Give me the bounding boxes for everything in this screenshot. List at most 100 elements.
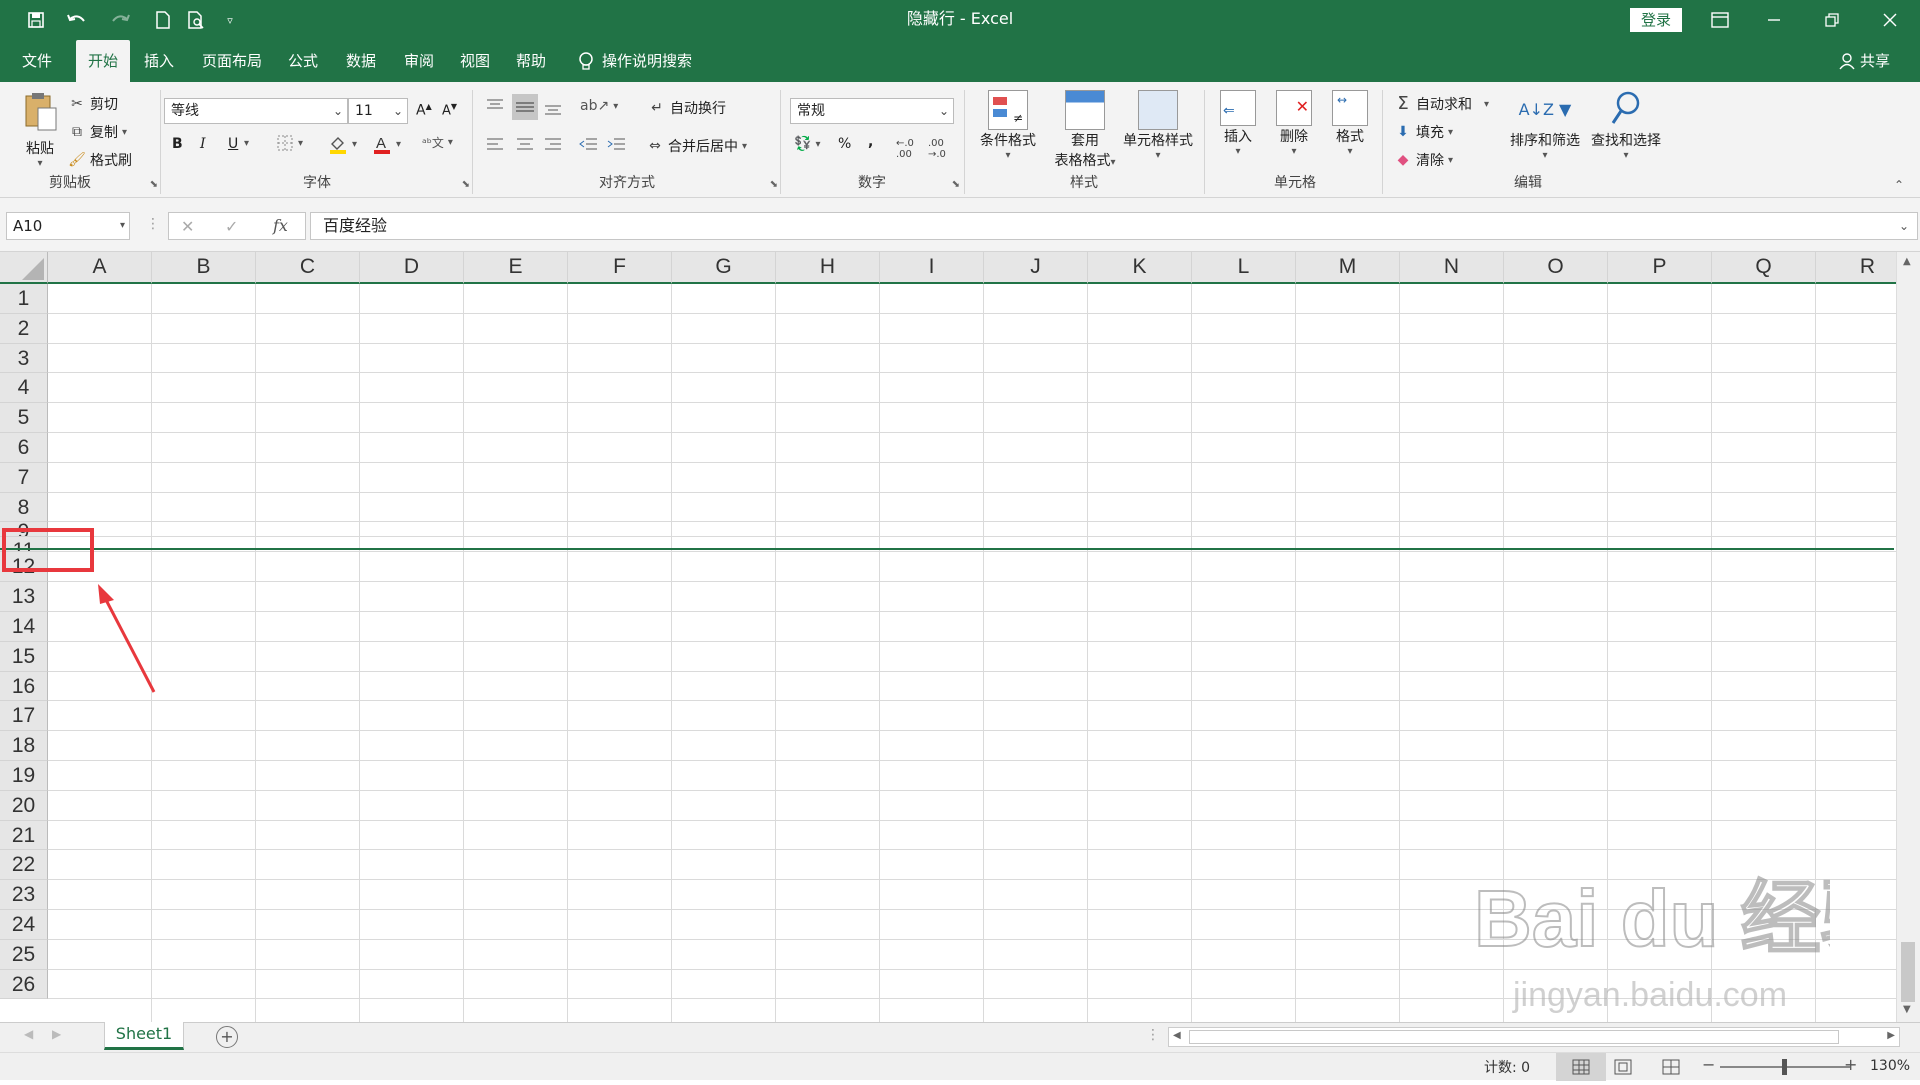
row-header-25[interactable]: 25 <box>0 939 48 970</box>
column-header-q[interactable]: Q <box>1712 252 1816 284</box>
tab-insert[interactable]: 插入 <box>136 40 182 82</box>
font-name-combo[interactable]: 等线 ⌄ <box>164 98 348 124</box>
login-button[interactable]: 登录 <box>1630 8 1682 32</box>
font-size-combo[interactable]: 11 ⌄ <box>348 98 408 124</box>
row-header-21[interactable]: 21 <box>0 820 48 851</box>
row-header-23[interactable]: 23 <box>0 880 48 910</box>
column-header-j[interactable]: J <box>984 252 1088 284</box>
column-header-d[interactable]: D <box>360 252 464 284</box>
column-header-e[interactable]: E <box>464 252 568 284</box>
percent-button[interactable]: % <box>838 136 851 152</box>
sheet-tab-sheet1[interactable]: Sheet1 <box>104 1022 184 1050</box>
zoom-level[interactable]: 130% <box>1870 1058 1910 1074</box>
decrease-decimal-button[interactable]: .00 →.0 <box>928 138 946 160</box>
row-header-16[interactable]: 16 <box>0 671 48 702</box>
format-as-table-button[interactable]: 套用 表格格式▾ <box>1050 90 1120 170</box>
align-middle-button[interactable] <box>512 94 538 120</box>
column-header-h[interactable]: H <box>776 252 880 284</box>
phonetic-button[interactable]: ᵃᵇ文 ▾ <box>422 134 453 151</box>
fill-button[interactable]: ⬇ 填充 ▾ <box>1394 122 1453 142</box>
align-bottom-button[interactable] <box>544 98 562 116</box>
row-header-6[interactable]: 6 <box>0 433 48 463</box>
italic-button[interactable]: I <box>200 136 206 152</box>
row-header-19[interactable]: 19 <box>0 761 48 791</box>
align-left-button[interactable] <box>486 136 504 152</box>
tell-me-search[interactable]: 操作说明搜索 <box>602 40 692 82</box>
insert-cells-button[interactable]: ⇐ 插入 ▾ <box>1210 90 1266 157</box>
clear-button[interactable]: ◆ 清除 ▾ <box>1394 150 1453 170</box>
increase-font-button[interactable]: A▲ <box>416 102 432 119</box>
row-header-18[interactable]: 18 <box>0 731 48 761</box>
dialog-launcher-icon[interactable]: ⬊ <box>952 179 960 190</box>
column-header-p[interactable]: P <box>1608 252 1712 284</box>
column-header-l[interactable]: L <box>1192 252 1296 284</box>
tab-splitter-icon[interactable]: ⋮ <box>1146 1027 1160 1043</box>
tab-help[interactable]: 帮助 <box>508 40 554 82</box>
row-header-22[interactable]: 22 <box>0 850 48 881</box>
format-cells-button[interactable]: ↔ 格式 ▾ <box>1322 90 1378 157</box>
column-header-i[interactable]: I <box>880 252 984 284</box>
find-select-button[interactable]: 查找和选择 ▾ <box>1586 90 1666 161</box>
minimize-icon[interactable] <box>1752 0 1796 40</box>
cancel-icon[interactable]: ✕ <box>181 217 194 236</box>
dialog-launcher-icon[interactable]: ⬊ <box>770 179 778 190</box>
increase-indent-button[interactable] <box>606 136 626 152</box>
underline-dropdown-icon[interactable]: ▾ <box>244 138 249 149</box>
column-header-f[interactable]: F <box>568 252 672 284</box>
row-header-14[interactable]: 14 <box>0 612 48 642</box>
horizontal-scrollbar[interactable]: ◀ ▶ <box>1168 1027 1900 1047</box>
tab-formulas[interactable]: 公式 <box>280 40 326 82</box>
borders-button[interactable]: ▾ <box>276 134 303 152</box>
scroll-down-icon[interactable]: ▼ <box>1903 1004 1911 1015</box>
accounting-format-button[interactable]: 💱 ▾ <box>794 136 820 152</box>
zoom-slider-thumb[interactable] <box>1782 1059 1787 1075</box>
ribbon-display-options-icon[interactable] <box>1700 0 1740 40</box>
column-header-a[interactable]: A <box>48 252 152 284</box>
horizontal-scroll-thumb[interactable] <box>1189 1030 1839 1044</box>
enter-icon[interactable]: ✓ <box>225 217 238 236</box>
insert-function-icon[interactable]: fx <box>273 216 288 235</box>
format-painter-button[interactable]: 🖌 格式刷 <box>68 150 132 170</box>
prev-sheet-icon[interactable]: ◀ <box>24 1027 33 1041</box>
row-header-5[interactable]: 5 <box>0 403 48 433</box>
scroll-right-icon[interactable]: ▶ <box>1887 1030 1895 1041</box>
tab-file[interactable]: 文件 <box>14 40 60 82</box>
row-header-13[interactable]: 13 <box>0 582 48 612</box>
decrease-indent-button[interactable] <box>578 136 598 152</box>
row-header-8[interactable]: 8 <box>0 492 48 523</box>
row-header-2[interactable]: 2 <box>0 313 48 344</box>
page-break-view-button[interactable] <box>1662 1059 1680 1079</box>
tab-page-layout[interactable]: 页面布局 <box>194 40 270 82</box>
align-top-button[interactable] <box>486 98 504 114</box>
tab-data[interactable]: 数据 <box>338 40 384 82</box>
column-header-b[interactable]: B <box>152 252 256 284</box>
scroll-up-icon[interactable]: ▲ <box>1903 256 1911 267</box>
fill-color-button[interactable]: ▾ <box>328 134 357 154</box>
restore-icon[interactable] <box>1810 0 1854 40</box>
autosum-button[interactable]: Σ 自动求和 ▾ <box>1394 94 1489 114</box>
column-header-k[interactable]: K <box>1088 252 1192 284</box>
orientation-button[interactable]: ab↗ ▾ <box>580 98 618 114</box>
select-all-button[interactable] <box>0 252 48 284</box>
increase-decimal-button[interactable]: ←.0.00 <box>896 138 914 160</box>
delete-cells-button[interactable]: ✕ 删除 ▾ <box>1266 90 1322 157</box>
comma-button[interactable]: , <box>868 134 873 150</box>
tab-view[interactable]: 视图 <box>452 40 498 82</box>
page-layout-view-button[interactable] <box>1614 1059 1632 1079</box>
column-header-o[interactable]: O <box>1504 252 1608 284</box>
expand-formula-bar-icon[interactable]: ⌄ <box>1899 213 1909 239</box>
align-right-button[interactable] <box>544 136 562 152</box>
font-color-button[interactable]: A ▾ <box>372 134 401 154</box>
normal-view-button[interactable] <box>1556 1053 1606 1081</box>
wrap-text-button[interactable]: ↵ 自动换行 <box>648 98 726 118</box>
paste-button[interactable]: 粘贴 ▾ <box>18 92 62 169</box>
underline-button[interactable]: U <box>228 136 238 152</box>
row-header-20[interactable]: 20 <box>0 790 48 821</box>
bold-button[interactable]: B <box>172 136 183 152</box>
next-sheet-icon[interactable]: ▶ <box>52 1027 61 1041</box>
column-header-c[interactable]: C <box>256 252 360 284</box>
formula-bar-splitter-icon[interactable]: ⋮ <box>146 216 160 232</box>
row-header-3[interactable]: 3 <box>0 343 48 374</box>
decrease-font-button[interactable]: A▼ <box>442 102 457 118</box>
cell-styles-button[interactable]: 单元格样式 ▾ <box>1116 90 1200 161</box>
